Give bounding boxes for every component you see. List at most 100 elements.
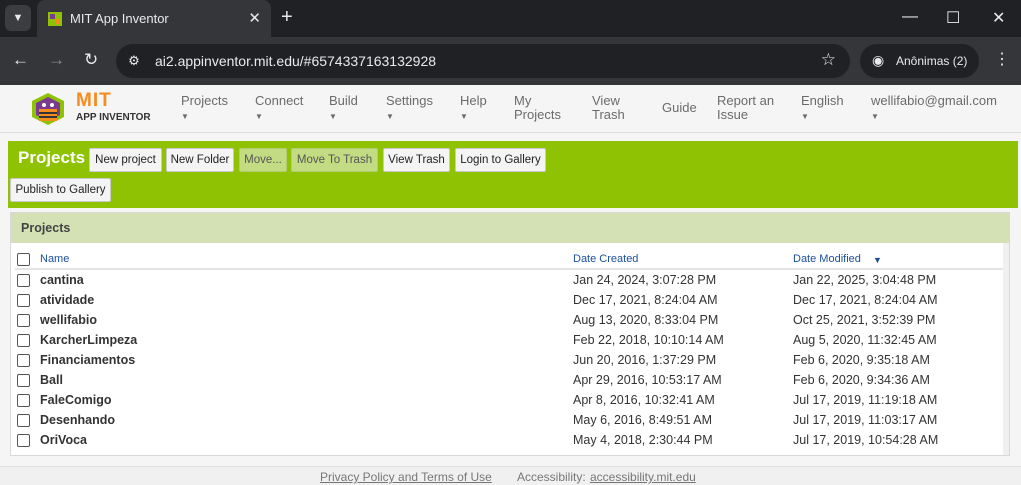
app-inventor-logo[interactable]: MIT APP INVENTOR — [26, 87, 156, 129]
table-row[interactable]: wellifabio Aug 13, 2020, 8:33:04 PM Oct … — [11, 311, 1009, 331]
table-row[interactable]: FaleComigo Apr 8, 2016, 10:32:41 AM Jul … — [11, 391, 1009, 411]
menu-guide[interactable]: Guide — [662, 101, 697, 115]
menu-help-label: Help — [460, 93, 487, 108]
new-folder-button[interactable]: New Folder — [166, 148, 234, 172]
menu-projects-label: Projects — [181, 93, 228, 108]
row-checkbox[interactable] — [17, 334, 30, 347]
caret-down-icon: ▼ — [460, 112, 468, 121]
project-date-created: May 6, 2016, 8:49:51 AM — [573, 413, 712, 427]
tab-search-button[interactable]: ▼ — [5, 5, 31, 31]
menu-account[interactable]: wellifabio@gmail.com ▼ — [871, 94, 997, 124]
panel-title: Projects — [21, 221, 71, 235]
new-project-button[interactable]: New project — [89, 148, 162, 172]
column-header-name[interactable]: Name — [40, 253, 69, 265]
bookmark-star-icon[interactable]: ☆ — [821, 50, 836, 70]
project-date-modified: Aug 5, 2020, 11:32:45 AM — [793, 333, 937, 347]
new-tab-icon[interactable]: + — [281, 6, 293, 29]
menu-language[interactable]: English ▼ — [801, 94, 844, 124]
table-row[interactable]: Financiamentos Jun 20, 2016, 1:37:29 PM … — [11, 351, 1009, 371]
project-date-modified: Jul 17, 2019, 11:03:17 AM — [793, 413, 938, 427]
back-arrow-icon[interactable]: ← — [12, 50, 29, 70]
row-checkbox[interactable] — [17, 294, 30, 307]
incognito-badge[interactable]: ◉ Anônimas (2) — [860, 44, 979, 78]
table-row[interactable]: Desenhando May 6, 2016, 8:49:51 AM Jul 1… — [11, 411, 1009, 431]
panel-scrollbar[interactable] — [1003, 243, 1009, 455]
table-row[interactable]: OriVoca May 4, 2018, 2:30:44 PM Jul 17, … — [11, 431, 1009, 451]
row-checkbox[interactable] — [17, 274, 30, 287]
logo-bee-icon — [32, 93, 64, 125]
row-checkbox[interactable] — [17, 314, 30, 327]
menu-projects[interactable]: Projects ▼ — [181, 94, 228, 124]
window-close-icon[interactable]: ✕ — [992, 8, 1005, 28]
project-name[interactable]: KarcherLimpeza — [40, 333, 137, 347]
row-checkbox[interactable] — [17, 394, 30, 407]
projects-toolbar: Projects New project New Folder Move... … — [8, 141, 1018, 208]
menu-connect[interactable]: Connect ▼ — [255, 94, 303, 124]
tab-close-icon[interactable]: ✕ — [248, 9, 261, 27]
row-checkbox[interactable] — [17, 434, 30, 447]
table-row[interactable]: cantina Jan 24, 2024, 3:07:28 PM Jan 22,… — [11, 271, 1009, 291]
forward-arrow-icon[interactable]: → — [48, 50, 65, 70]
project-date-created: Aug 13, 2020, 8:33:04 PM — [573, 313, 719, 327]
privacy-policy-link[interactable]: Privacy Policy and Terms of Use — [320, 470, 492, 484]
project-name[interactable]: atividade — [40, 293, 94, 307]
maximize-icon[interactable]: ☐ — [946, 8, 960, 28]
table-row[interactable]: Ball Apr 29, 2016, 10:53:17 AM Feb 6, 20… — [11, 371, 1009, 391]
menu-report-issue[interactable]: Report an Issue — [717, 94, 774, 122]
project-name[interactable]: Ball — [40, 373, 63, 387]
browser-tab-bar: ▼ MIT App Inventor ✕ + — ☐ ✕ — [0, 0, 1021, 37]
menu-language-label: English — [801, 93, 844, 108]
toolbar-title: Projects — [18, 148, 86, 167]
move-to-trash-button[interactable]: Move To Trash — [291, 148, 378, 172]
menu-settings[interactable]: Settings ▼ — [386, 94, 433, 124]
table-row[interactable]: KarcherLimpeza Feb 22, 2018, 10:10:14 AM… — [11, 331, 1009, 351]
menu-build-label: Build — [329, 93, 358, 108]
site-settings-icon[interactable]: ⚙ — [124, 52, 144, 70]
row-checkbox[interactable] — [17, 374, 30, 387]
reload-icon[interactable]: ↻ — [84, 50, 98, 70]
project-name[interactable]: OriVoca — [40, 433, 87, 447]
column-header-date-created[interactable]: Date Created — [573, 253, 638, 265]
move-button[interactable]: Move... — [239, 148, 287, 172]
menu-settings-label: Settings — [386, 93, 433, 108]
view-trash-button[interactable]: View Trash — [383, 148, 450, 172]
project-date-modified: Jul 17, 2019, 11:19:18 AM — [793, 393, 938, 407]
menu-connect-label: Connect — [255, 93, 304, 108]
project-name[interactable]: cantina — [40, 273, 84, 287]
sort-descending-icon[interactable]: ▼ — [873, 255, 882, 265]
incognito-icon: ◉ — [872, 52, 885, 68]
url-text[interactable]: ai2.appinventor.mit.edu/#657433716313292… — [155, 53, 436, 69]
column-header-date-modified[interactable]: Date Modified — [793, 253, 861, 265]
caret-down-icon: ▼ — [329, 112, 337, 121]
project-name[interactable]: Desenhando — [40, 413, 115, 427]
login-to-gallery-button[interactable]: Login to Gallery — [455, 148, 546, 172]
project-date-modified: Feb 6, 2020, 9:34:36 AM — [793, 373, 930, 387]
browser-menu-icon[interactable]: ⋮ — [994, 49, 1010, 69]
menu-guide-label: Guide — [662, 100, 697, 115]
project-date-created: Apr 8, 2016, 10:32:41 AM — [573, 393, 715, 407]
minimize-icon[interactable]: — — [902, 8, 918, 26]
address-bar[interactable]: ⚙ ai2.appinventor.mit.edu/#6574337163132… — [116, 44, 850, 78]
project-name[interactable]: FaleComigo — [40, 393, 112, 407]
menu-view-trash[interactable]: View Trash — [592, 94, 625, 122]
caret-down-icon: ▼ — [386, 112, 394, 121]
menu-my-projects[interactable]: My Projects — [514, 94, 561, 122]
row-checkbox[interactable] — [17, 354, 30, 367]
menu-build[interactable]: Build ▼ — [329, 94, 358, 124]
publish-to-gallery-button[interactable]: Publish to Gallery — [10, 178, 111, 202]
accessibility-link[interactable]: accessibility.mit.edu — [590, 470, 696, 484]
caret-down-icon: ▼ — [801, 112, 809, 121]
page-footer: Privacy Policy and Terms of Use Accessib… — [0, 466, 1021, 485]
select-all-checkbox[interactable] — [17, 253, 30, 266]
table-row[interactable]: atividade Dec 17, 2021, 8:24:04 AM Dec 1… — [11, 291, 1009, 311]
project-name[interactable]: wellifabio — [40, 313, 97, 327]
menu-my-projects-line1: My — [514, 93, 532, 108]
project-date-modified: Feb 6, 2020, 9:35:18 AM — [793, 353, 930, 367]
incognito-label: Anônimas (2) — [896, 54, 968, 68]
accessibility-label: Accessibility: — [517, 470, 586, 484]
menu-help[interactable]: Help ▼ — [460, 94, 487, 124]
browser-tab[interactable]: MIT App Inventor ✕ — [37, 0, 271, 37]
row-checkbox[interactable] — [17, 414, 30, 427]
project-name[interactable]: Financiamentos — [40, 353, 135, 367]
logo-subtitle: APP INVENTOR — [76, 112, 151, 123]
